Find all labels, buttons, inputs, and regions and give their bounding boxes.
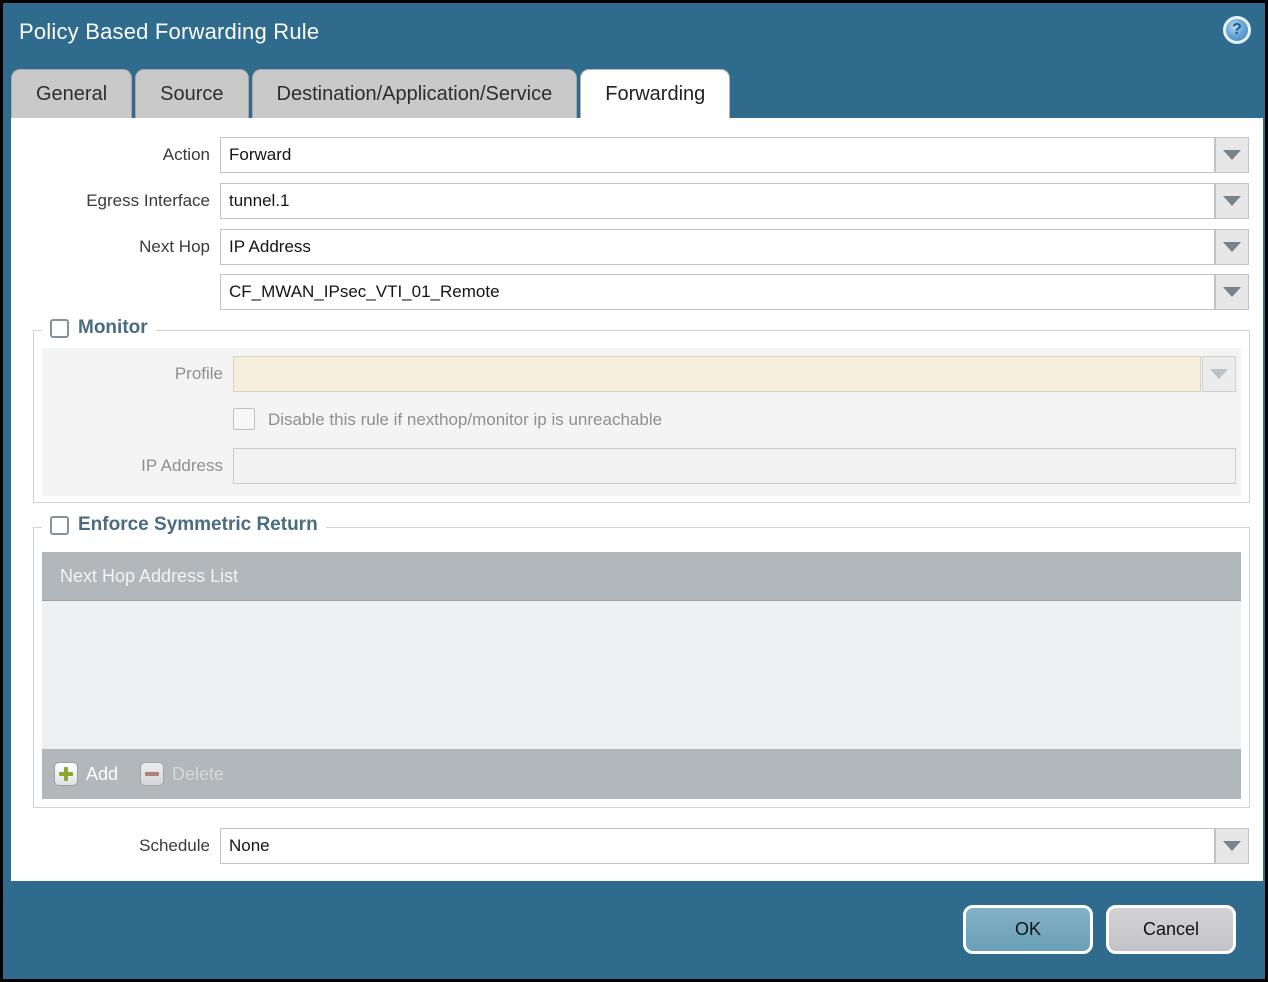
egress-interface-select[interactable]: tunnel.1 — [220, 183, 1215, 219]
ok-button[interactable]: OK — [963, 905, 1093, 954]
chevron-down-icon — [1223, 150, 1241, 160]
tab-destination-application-service[interactable]: Destination/Application/Service — [251, 69, 578, 118]
tab-bar: General Source Destination/Application/S… — [11, 69, 731, 118]
monitor-checkbox[interactable] — [50, 318, 69, 338]
profile-select — [233, 356, 1201, 392]
monitor-panel: Profile Disable this rule if nexthop/mon… — [42, 348, 1241, 496]
next-hop-label: Next Hop — [139, 237, 210, 256]
dialog-footer: OK Cancel — [3, 881, 1265, 979]
action-label: Action — [162, 145, 210, 164]
next-hop-address-list-header: Next Hop Address List — [42, 552, 1241, 601]
disable-rule-checkbox — [233, 408, 255, 430]
monitor-legend: Monitor — [42, 317, 156, 339]
profile-dropdown-button — [1202, 356, 1236, 392]
minus-icon — [140, 762, 165, 786]
disable-rule-row: Disable this rule if nexthop/monitor ip … — [42, 406, 1241, 434]
schedule-dropdown-button[interactable] — [1215, 828, 1249, 864]
chevron-down-icon — [1223, 242, 1241, 252]
tab-general[interactable]: General — [11, 69, 133, 118]
chevron-down-icon — [1223, 841, 1241, 851]
dialog-title: Policy Based Forwarding Rule — [19, 19, 320, 44]
monitor-ip-address-row: IP Address — [42, 448, 1241, 484]
monitor-ip-address-input — [233, 448, 1236, 484]
dialog-titlebar: Policy Based Forwarding Rule ? — [3, 3, 1265, 65]
disable-rule-label: Disable this rule if nexthop/monitor ip … — [268, 410, 663, 429]
egress-interface-label: Egress Interface — [86, 191, 210, 210]
delete-button-label: Delete — [172, 763, 225, 784]
help-icon[interactable]: ? — [1223, 16, 1251, 44]
add-button[interactable]: Add — [54, 762, 118, 786]
egress-interface-dropdown-button[interactable] — [1215, 183, 1249, 219]
enforce-symmetric-return-legend-label: Enforce Symmetric Return — [78, 514, 318, 535]
add-button-label: Add — [86, 763, 119, 784]
chevron-down-icon — [1223, 287, 1241, 297]
delete-button: Delete — [140, 762, 224, 786]
enforce-symmetric-return-checkbox[interactable] — [50, 515, 69, 535]
next-hop-address-list-body[interactable] — [42, 601, 1241, 749]
next-hop-address-list-toolbar: Add Delete — [42, 749, 1241, 799]
enforce-symmetric-return-fieldset: Enforce Symmetric Return Next Hop Addres… — [33, 514, 1250, 808]
next-hop-address-dropdown-button[interactable] — [1215, 274, 1249, 310]
next-hop-dropdown-button[interactable] — [1215, 229, 1249, 265]
schedule-label: Schedule — [139, 836, 210, 855]
chevron-down-icon — [1223, 196, 1241, 206]
action-select[interactable]: Forward — [220, 137, 1215, 173]
profile-row: Profile — [42, 356, 1241, 392]
monitor-legend-label: Monitor — [78, 317, 148, 338]
monitor-ip-address-label: IP Address — [141, 456, 223, 475]
next-hop-address-select[interactable]: CF_MWAN_IPsec_VTI_01_Remote — [220, 274, 1215, 310]
tab-forwarding[interactable]: Forwarding — [580, 69, 731, 118]
policy-based-forwarding-dialog: Policy Based Forwarding Rule ? General S… — [3, 3, 1265, 979]
plus-icon — [54, 762, 78, 786]
chevron-down-icon — [1210, 369, 1228, 379]
enforce-symmetric-return-legend: Enforce Symmetric Return — [42, 514, 326, 536]
monitor-fieldset: Monitor Profile Disable this rule if nex… — [33, 317, 1250, 503]
next-hop-address-list-table: Next Hop Address List Add Delete — [42, 552, 1241, 799]
next-hop-type-select[interactable]: IP Address — [220, 229, 1215, 265]
forwarding-tab-panel: Action Forward Egress Interface tunnel.1… — [11, 118, 1263, 887]
next-hop-address-label — [11, 274, 210, 310]
screen: Policy Based Forwarding Rule ? General S… — [0, 0, 1268, 982]
tab-source[interactable]: Source — [135, 69, 249, 118]
profile-label: Profile — [174, 364, 223, 383]
cancel-button[interactable]: Cancel — [1106, 905, 1236, 954]
schedule-select[interactable]: None — [220, 828, 1215, 864]
action-dropdown-button[interactable] — [1215, 137, 1249, 173]
